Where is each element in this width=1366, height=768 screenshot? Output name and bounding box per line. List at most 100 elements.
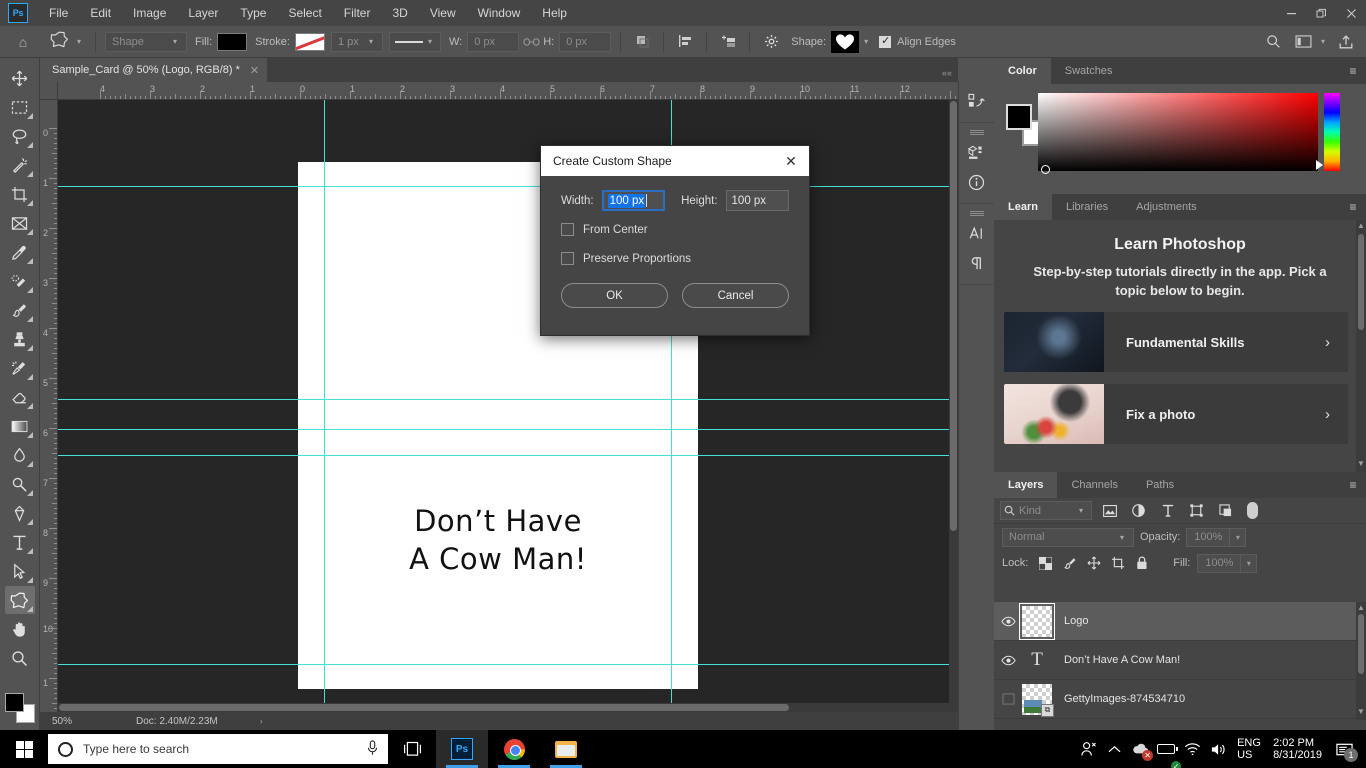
canvas-horizontal-scrollbar[interactable]	[58, 703, 958, 712]
home-icon[interactable]: ⌂	[10, 34, 36, 50]
layer-thumbnail[interactable]	[1019, 602, 1055, 640]
filter-toggle-switch[interactable]	[1247, 502, 1258, 519]
lock-all-icon[interactable]	[1133, 554, 1150, 572]
menu-window[interactable]: Window	[467, 0, 532, 26]
layer-thumbnail[interactable]: ⧉	[1022, 683, 1054, 717]
character-panel-icon[interactable]	[962, 218, 992, 248]
layer-visibility-toggle[interactable]	[994, 655, 1022, 666]
lock-artboard-icon[interactable]	[1109, 554, 1126, 572]
height-input[interactable]: 100 px	[725, 190, 789, 211]
height-input[interactable]: 0 px	[559, 31, 612, 52]
path-selection-tool[interactable]	[5, 557, 35, 585]
search-icon[interactable]	[1262, 31, 1286, 53]
layer-thumbnail[interactable]: T	[1022, 645, 1052, 676]
learn-card[interactable]: Fix a photo ›	[1004, 384, 1348, 444]
zoom-level[interactable]: 50%	[40, 716, 96, 727]
adjustment-filter-icon[interactable]	[1127, 501, 1150, 521]
from-center-row[interactable]: From Center	[561, 223, 789, 236]
stroke-color-swatch[interactable]	[294, 32, 325, 51]
menu-layer[interactable]: Layer	[177, 0, 229, 26]
battery-icon[interactable]: ✓	[1153, 730, 1182, 768]
panel-menu-icon[interactable]: ≡	[1340, 194, 1366, 220]
align-edges-checkbox[interactable]	[879, 34, 892, 48]
microphone-icon[interactable]	[367, 739, 378, 759]
panel-grip[interactable]	[969, 130, 984, 135]
frame-tool[interactable]	[5, 209, 35, 237]
layer-filter-kind-select[interactable]: Kind ▾	[1000, 501, 1092, 520]
learn-card[interactable]: Fundamental Skills ›	[1004, 312, 1348, 372]
crop-tool[interactable]	[5, 180, 35, 208]
share-icon[interactable]	[1334, 31, 1358, 53]
scroll-down-icon[interactable]: ▼	[1356, 458, 1366, 470]
from-center-checkbox[interactable]	[561, 223, 574, 236]
scrollbar-thumb[interactable]	[1358, 614, 1364, 674]
tab-channels[interactable]: Channels	[1057, 472, 1132, 498]
tab-overflow-icon[interactable]: ««	[942, 68, 958, 82]
fill-input[interactable]: 100%	[1197, 553, 1242, 573]
chevron-down-icon[interactable]: ▾	[859, 37, 873, 46]
width-input[interactable]: 0 px	[467, 31, 520, 52]
spot-healing-brush-tool[interactable]	[5, 267, 35, 295]
maximize-button[interactable]	[1306, 0, 1336, 26]
scroll-up-icon[interactable]: ▲	[1356, 602, 1366, 614]
lock-image-icon[interactable]	[1061, 554, 1078, 572]
menu-image[interactable]: Image	[122, 0, 177, 26]
tab-swatches[interactable]: Swatches	[1050, 58, 1127, 84]
menu-filter[interactable]: Filter	[333, 0, 382, 26]
horizontal-type-tool[interactable]	[5, 528, 35, 556]
menu-type[interactable]: Type	[229, 0, 277, 26]
file-explorer-taskbar-icon[interactable]	[540, 730, 592, 768]
workspace-icon[interactable]	[1292, 31, 1316, 53]
menu-3d[interactable]: 3D	[381, 0, 418, 26]
stroke-style-select[interactable]: ▾	[388, 31, 441, 52]
shape-preview-swatch[interactable]	[831, 30, 860, 53]
object-selection-tool[interactable]	[5, 151, 35, 179]
layer-name[interactable]: GettyImages-874534710	[1064, 693, 1185, 705]
tab-color[interactable]: Color	[994, 58, 1051, 84]
photoshop-taskbar-icon[interactable]: Ps	[436, 730, 488, 768]
menu-select[interactable]: Select	[277, 0, 332, 26]
foreground-background-color[interactable]	[4, 693, 35, 723]
zoom-tool[interactable]	[5, 644, 35, 672]
smart-object-filter-icon[interactable]	[1214, 501, 1237, 521]
tab-adjustments[interactable]: Adjustments	[1122, 194, 1211, 220]
brush-tool[interactable]	[5, 296, 35, 324]
layer-name[interactable]: Don’t Have A Cow Man!	[1064, 654, 1180, 666]
ok-button[interactable]: OK	[561, 283, 668, 308]
eyedropper-tool[interactable]	[5, 238, 35, 266]
hue-slider-handle[interactable]	[1316, 160, 1323, 170]
path-operations-icon[interactable]	[630, 31, 654, 53]
dodge-tool[interactable]	[5, 470, 35, 498]
close-icon[interactable]: ✕	[779, 149, 803, 173]
pixel-filter-icon[interactable]	[1098, 501, 1121, 521]
tab-libraries[interactable]: Libraries	[1051, 194, 1123, 220]
gradient-tool[interactable]	[5, 412, 35, 440]
learn-panel-scrollbar[interactable]: ▲ ▼	[1356, 220, 1366, 472]
rectangular-marquee-tool[interactable]	[5, 93, 35, 121]
scrollbar-thumb[interactable]	[950, 101, 957, 531]
3d-icon[interactable]	[962, 137, 992, 167]
blend-mode-select[interactable]: Normal ▾	[1002, 527, 1134, 547]
path-arrangement-icon[interactable]	[716, 31, 740, 53]
tab-learn[interactable]: Learn	[994, 194, 1052, 220]
foreground-color-swatch[interactable]	[4, 693, 24, 712]
tab-paths[interactable]: Paths	[1131, 472, 1189, 498]
path-alignment-icon[interactable]	[673, 31, 697, 53]
history-icon[interactable]	[962, 86, 992, 116]
tool-preset-picker[interactable]: ▾	[46, 29, 87, 54]
show-hidden-icons-icon[interactable]	[1101, 730, 1127, 768]
preserve-proportions-row[interactable]: Preserve Proportions	[561, 252, 789, 265]
preserve-proportions-checkbox[interactable]	[561, 252, 574, 265]
menu-file[interactable]: File	[38, 0, 79, 26]
scrollbar-thumb[interactable]	[1358, 234, 1364, 330]
menu-help[interactable]: Help	[531, 0, 578, 26]
history-brush-tool[interactable]	[5, 354, 35, 382]
table-row[interactable]: ⧉ GettyImages-874534710	[994, 680, 1366, 719]
paragraph-panel-icon[interactable]	[962, 248, 992, 278]
shape-filter-icon[interactable]	[1185, 501, 1208, 521]
chrome-taskbar-icon[interactable]	[488, 730, 540, 768]
stroke-width-select[interactable]: 1 px ▾	[330, 31, 383, 52]
hue-slider[interactable]	[1324, 93, 1340, 171]
cancel-button[interactable]: Cancel	[682, 283, 789, 308]
chevron-down-icon[interactable]: ▾	[1230, 527, 1247, 547]
